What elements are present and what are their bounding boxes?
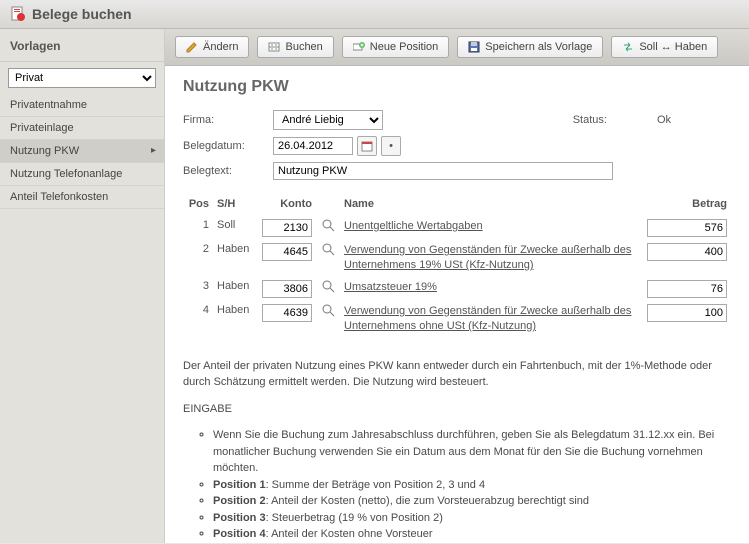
betrag-input[interactable] <box>647 280 727 298</box>
col-sh: S/H <box>213 194 258 216</box>
table-row: 3 Haben Umsatzsteuer 19% <box>183 277 731 301</box>
col-konto: Konto <box>258 194 316 216</box>
toolbar: Ändern Buchen Neue Position Speichern al… <box>165 29 749 66</box>
konto-input[interactable] <box>262 280 312 298</box>
konto-input[interactable] <box>262 304 312 322</box>
col-name: Name <box>340 194 641 216</box>
app-header: Belege buchen <box>0 0 749 29</box>
sidebar-item-privateinlage[interactable]: Privateinlage <box>0 117 164 140</box>
lookup-icon[interactable] <box>322 280 336 294</box>
content-area: Nutzung PKW Firma: André Liebig Status: … <box>165 66 749 543</box>
main-panel: Ändern Buchen Neue Position Speichern al… <box>165 29 749 543</box>
table-row: 1 Soll Unentgeltliche Wertabgaben <box>183 216 731 240</box>
template-list: Privatentnahme Privateinlage Nutzung PKW… <box>0 94 164 209</box>
new-position-button[interactable]: Neue Position <box>342 36 450 58</box>
info-text: Der Anteil der privaten Nutzung eines PK… <box>183 358 731 543</box>
calendar-icon <box>361 140 373 152</box>
account-name-link[interactable]: Verwendung von Gegenständen für Zwecke a… <box>344 243 637 274</box>
page-title: Belege buchen <box>32 6 132 22</box>
pencil-icon <box>186 41 198 53</box>
sidebar-title: Vorlagen <box>0 29 164 62</box>
lookup-icon[interactable] <box>322 304 336 318</box>
lookup-icon[interactable] <box>322 219 336 233</box>
save-template-button[interactable]: Speichern als Vorlage <box>457 36 603 58</box>
table-row: 2 Haben Verwendung von Gegenständen für … <box>183 240 731 277</box>
belegdatum-label: Belegdatum: <box>183 140 273 152</box>
sidebar: Vorlagen Privat Privatentnahme Privatein… <box>0 29 165 543</box>
belegdatum-input[interactable] <box>273 137 353 155</box>
edit-button[interactable]: Ändern <box>175 36 249 58</box>
firma-label: Firma: <box>183 114 273 126</box>
lookup-icon[interactable] <box>322 243 336 257</box>
account-name-link[interactable]: Unentgeltliche Wertabgaben <box>344 219 483 234</box>
swap-icon <box>622 41 634 53</box>
new-row-icon <box>353 41 365 53</box>
positions-table: Pos S/H Konto Name Betrag 1 Soll Unen <box>183 194 731 338</box>
betrag-input[interactable] <box>647 243 727 261</box>
account-name-link[interactable]: Umsatzsteuer 19% <box>344 280 437 295</box>
konto-input[interactable] <box>262 243 312 261</box>
account-name-link[interactable]: Verwendung von Gegenständen für Zwecke a… <box>344 304 637 335</box>
book-button[interactable]: Buchen <box>257 36 333 58</box>
betrag-input[interactable] <box>647 219 727 237</box>
col-pos: Pos <box>183 194 213 216</box>
form-heading: Nutzung PKW <box>183 78 731 96</box>
soll-haben-button[interactable]: Soll ↔ Haben <box>611 36 718 58</box>
belegtext-label: Belegtext: <box>183 165 273 177</box>
konto-input[interactable] <box>262 219 312 237</box>
document-icon <box>10 6 26 22</box>
col-betrag: Betrag <box>641 194 731 216</box>
sidebar-item-privatentnahme[interactable]: Privatentnahme <box>0 94 164 117</box>
book-icon <box>268 41 280 53</box>
status-label: Status: <box>573 114 607 126</box>
date-extra-button[interactable]: • <box>381 136 401 156</box>
sidebar-item-nutzung-telefonanlage[interactable]: Nutzung Telefonanlage <box>0 163 164 186</box>
firma-select[interactable]: André Liebig <box>273 110 383 130</box>
save-icon <box>468 41 480 53</box>
calendar-button[interactable] <box>357 136 377 156</box>
belegtext-input[interactable] <box>273 162 613 180</box>
betrag-input[interactable] <box>647 304 727 322</box>
sidebar-item-anteil-telefonkosten[interactable]: Anteil Telefonkosten <box>0 186 164 209</box>
template-category-select[interactable]: Privat <box>8 68 156 88</box>
table-row: 4 Haben Verwendung von Gegenständen für … <box>183 301 731 338</box>
sidebar-item-nutzung-pkw[interactable]: Nutzung PKW <box>0 140 164 163</box>
status-value: Ok <box>657 114 671 126</box>
